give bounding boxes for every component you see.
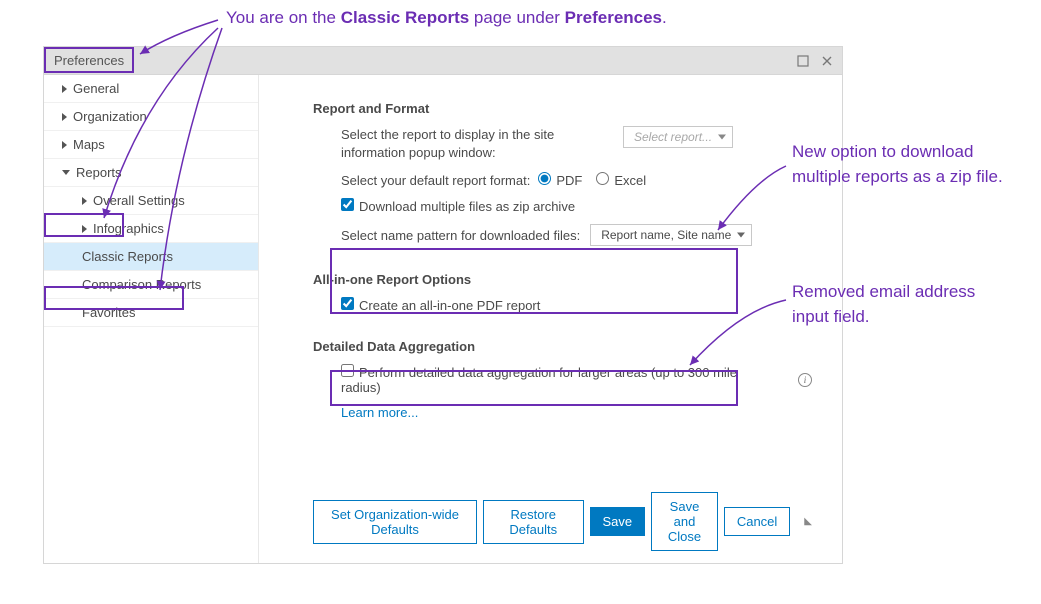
allinone-checkbox-label[interactable]: Create an all-in-one PDF report: [341, 297, 540, 313]
resize-grip-icon[interactable]: ◢: [803, 518, 814, 526]
section-report-format: Report and Format: [313, 101, 812, 116]
maximize-button[interactable]: [792, 52, 814, 70]
content-panel: Report and Format Select the report to d…: [259, 75, 842, 563]
learn-more-link[interactable]: Learn more...: [341, 405, 812, 420]
sidebar-label: General: [73, 81, 119, 96]
aggregation-checkbox-label[interactable]: Perform detailed data aggregation for la…: [341, 364, 780, 395]
cancel-button[interactable]: Cancel: [724, 507, 790, 536]
caret-down-icon: [62, 170, 70, 175]
section-aggregation: Detailed Data Aggregation: [313, 339, 812, 354]
name-pattern-label: Select name pattern for downloaded files…: [341, 228, 580, 243]
sidebar-item-reports[interactable]: Reports: [44, 159, 258, 187]
sidebar-item-comparison-reports[interactable]: Comparison Reports: [44, 271, 258, 299]
name-pattern-select[interactable]: Report name, Site name: [590, 224, 752, 246]
caret-right-icon: [82, 197, 87, 205]
sidebar-label: Maps: [73, 137, 105, 152]
save-and-close-button[interactable]: Save and Close: [651, 492, 718, 551]
restore-defaults-button[interactable]: Restore Defaults: [483, 500, 584, 544]
info-icon[interactable]: i: [798, 373, 812, 387]
footer: Set Organization-wide Defaults Restore D…: [313, 484, 812, 551]
sidebar-item-general[interactable]: General: [44, 75, 258, 103]
sidebar-label: Classic Reports: [82, 249, 173, 264]
sidebar-item-infographics[interactable]: Infographics: [44, 215, 258, 243]
aggregation-checkbox[interactable]: [341, 364, 354, 377]
popup-report-select[interactable]: Select report...: [623, 126, 733, 148]
annotation-zip-option: New option to download multiple reports …: [792, 140, 1022, 189]
sidebar-item-maps[interactable]: Maps: [44, 131, 258, 159]
caret-right-icon: [82, 225, 87, 233]
popup-select-label: Select the report to display in the site…: [341, 126, 601, 162]
titlebar: Preferences: [44, 47, 842, 75]
caret-right-icon: [62, 113, 67, 121]
annotation-removed-email: Removed email address input field.: [792, 280, 1012, 329]
sidebar-label: Infographics: [93, 221, 164, 236]
caret-right-icon: [62, 141, 67, 149]
format-label: Select your default report format:: [341, 173, 530, 188]
zip-checkbox[interactable]: [341, 198, 354, 211]
sidebar: General Organization Maps Reports Overal…: [44, 75, 259, 563]
sidebar-label: Organization: [73, 109, 147, 124]
allinone-checkbox[interactable]: [341, 297, 354, 310]
sidebar-item-organization[interactable]: Organization: [44, 103, 258, 131]
format-excel-option[interactable]: Excel: [596, 172, 646, 188]
format-pdf-option[interactable]: PDF: [538, 172, 582, 188]
section-allinone: All-in-one Report Options: [313, 272, 812, 287]
sidebar-item-overall-settings[interactable]: Overall Settings: [44, 187, 258, 215]
caret-right-icon: [62, 85, 67, 93]
sidebar-item-favorites[interactable]: Favorites: [44, 299, 258, 327]
sidebar-label: Reports: [76, 165, 122, 180]
annotation-top: You are on the Classic Reports page unde…: [226, 6, 667, 31]
save-button[interactable]: Save: [590, 507, 646, 536]
window-title: Preferences: [54, 53, 790, 68]
close-button[interactable]: [816, 52, 838, 70]
format-pdf-radio[interactable]: [538, 172, 551, 185]
zip-checkbox-label[interactable]: Download multiple files as zip archive: [341, 198, 575, 214]
set-org-defaults-button[interactable]: Set Organization-wide Defaults: [313, 500, 477, 544]
sidebar-item-classic-reports[interactable]: Classic Reports: [44, 243, 258, 271]
sidebar-label: Favorites: [82, 305, 135, 320]
format-excel-radio[interactable]: [596, 172, 609, 185]
sidebar-label: Overall Settings: [93, 193, 185, 208]
preferences-dialog: Preferences General Organization Maps Re…: [43, 46, 843, 564]
sidebar-label: Comparison Reports: [82, 277, 201, 292]
